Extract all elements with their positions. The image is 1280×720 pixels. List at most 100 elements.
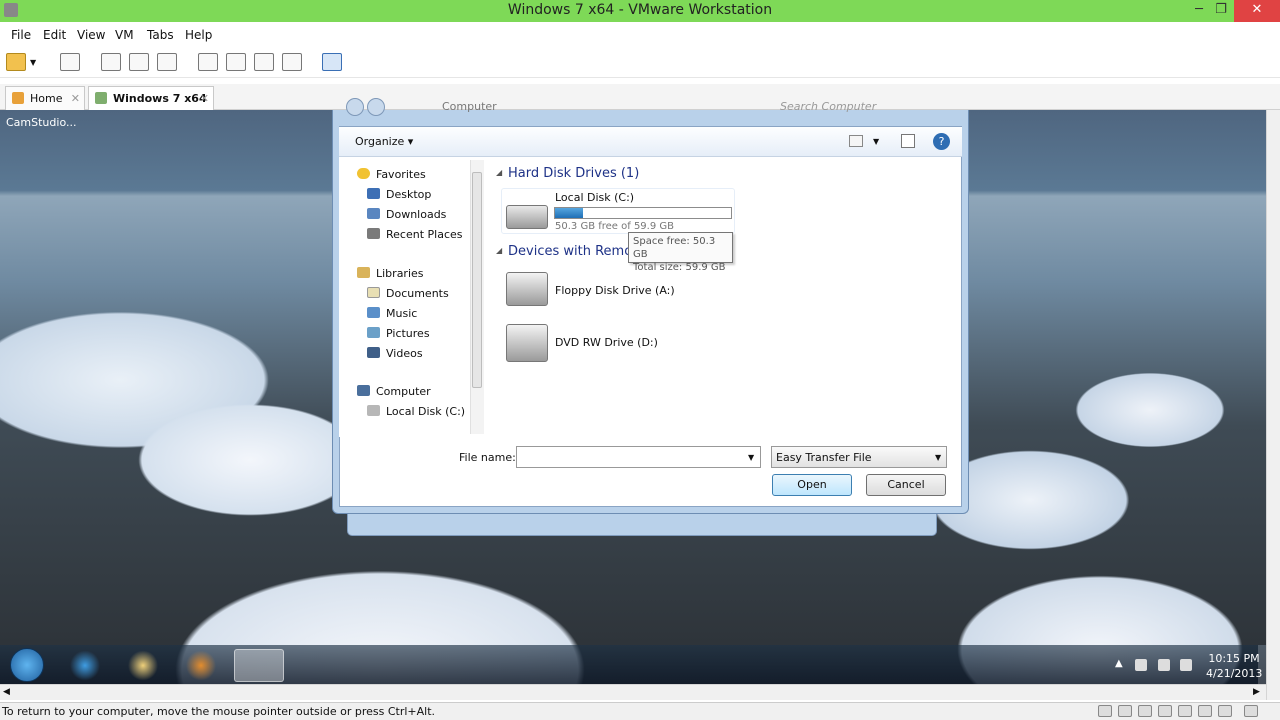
snapshot-revert-icon[interactable]	[129, 53, 149, 71]
thumbnail-bar-icon[interactable]	[226, 53, 246, 71]
nav-desktop[interactable]: Desktop	[386, 188, 431, 201]
volume-icon[interactable]	[1180, 659, 1192, 671]
close-button[interactable]: ✕	[1234, 0, 1280, 22]
menu-file[interactable]: File	[11, 28, 31, 42]
file-type-dropdown-icon[interactable]: ▼	[935, 453, 941, 462]
floppy-drive-label[interactable]: Floppy Disk Drive (A:)	[555, 284, 675, 297]
file-type-select[interactable]: Easy Transfer File	[771, 446, 947, 468]
printer-status-icon[interactable]	[1198, 705, 1212, 717]
menu-tabs[interactable]: Tabs	[147, 28, 174, 42]
pause-icon[interactable]	[6, 53, 26, 71]
clock-date: 4/21/2013	[1206, 667, 1263, 680]
nav-downloads[interactable]: Downloads	[386, 208, 446, 221]
internet-explorer-icon[interactable]	[60, 649, 110, 682]
network-status-icon[interactable]	[1158, 705, 1172, 717]
hard-disk-section-header[interactable]: Hard Disk Drives (1)	[496, 166, 639, 181]
nav-computer[interactable]: Computer	[376, 385, 431, 398]
tab-windows-7[interactable]: Windows 7 x64 ✕	[88, 86, 214, 110]
nav-scrollbar-thumb[interactable]	[472, 172, 482, 388]
local-disk-name: Local Disk (C:)	[555, 191, 635, 204]
media-player-icon[interactable]	[176, 649, 226, 682]
disk-tooltip: Space free: 50.3 GB Total size: 59.9 GB	[628, 232, 733, 273]
view-options-icon[interactable]	[849, 135, 863, 147]
nav-recent-places[interactable]: Recent Places	[386, 228, 463, 241]
tab-windows-7-close-icon[interactable]: ✕	[200, 92, 209, 105]
music-icon	[367, 307, 380, 318]
tab-home-close-icon[interactable]: ✕	[71, 92, 80, 105]
tab-home[interactable]: Home ✕	[5, 86, 85, 110]
tab-windows-7-label: Windows 7 x64	[113, 92, 207, 105]
full-screen-icon[interactable]	[254, 53, 274, 71]
vm-icon	[95, 92, 107, 104]
show-library-icon[interactable]	[198, 53, 218, 71]
file-type-value: Easy Transfer File	[776, 451, 872, 464]
file-name-label: File name:	[459, 451, 516, 464]
nav-local-disk[interactable]: Local Disk (C:)	[386, 405, 465, 418]
open-button[interactable]: Open	[772, 474, 852, 496]
cancel-button[interactable]: Cancel	[866, 474, 946, 496]
restore-button[interactable]: ❐	[1204, 0, 1238, 22]
downloads-icon	[367, 208, 380, 219]
dropdown-arrow-icon[interactable]: ▼	[30, 58, 36, 67]
action-center-icon[interactable]	[1135, 659, 1147, 671]
file-name-dropdown-icon[interactable]: ▼	[748, 453, 754, 462]
recent-places-icon	[367, 228, 380, 239]
horizontal-scrollbar[interactable]: ◀ ▶	[0, 684, 1266, 700]
show-desktop-button[interactable]	[1258, 645, 1266, 685]
usb-status-icon[interactable]	[1178, 705, 1192, 717]
vertical-scrollbar[interactable]	[1266, 110, 1280, 700]
menu-help[interactable]: Help	[185, 28, 212, 42]
videos-icon	[367, 347, 380, 358]
start-orb-icon[interactable]	[10, 648, 44, 682]
send-ctrl-alt-del-icon[interactable]	[60, 53, 80, 71]
nav-documents[interactable]: Documents	[386, 287, 449, 300]
menu-vm[interactable]: VM	[115, 28, 134, 42]
dvd-drive-icon	[506, 324, 548, 362]
console-view-icon[interactable]	[322, 53, 342, 71]
help-icon[interactable]: ?	[933, 133, 950, 150]
disk-usage-fill	[555, 208, 583, 218]
local-disk-icon	[367, 405, 380, 416]
snapshot-manager-icon[interactable]	[157, 53, 177, 71]
menu-view[interactable]: View	[77, 28, 105, 42]
system-clock[interactable]: 10:15 PM 4/21/2013	[1206, 651, 1262, 681]
tooltip-total-size: Total size: 59.9 GB	[633, 262, 726, 273]
sound-status-icon[interactable]	[1218, 705, 1232, 717]
unity-icon[interactable]	[282, 53, 302, 71]
organize-button[interactable]: Organize ▾	[355, 135, 413, 148]
star-icon	[357, 168, 370, 179]
scroll-right-icon[interactable]: ▶	[1253, 687, 1260, 697]
easy-transfer-icon[interactable]	[234, 649, 284, 682]
address-crumb[interactable]: Computer	[442, 100, 497, 113]
status-bar: To return to your computer, move the mou…	[0, 702, 1280, 720]
cd-status-icon[interactable]	[1118, 705, 1132, 717]
show-hidden-icons-icon[interactable]: ▲	[1115, 658, 1123, 669]
camstudio-label: CamStudio...	[6, 116, 77, 129]
hard-drive-icon	[506, 205, 548, 229]
nav-videos[interactable]: Videos	[386, 347, 423, 360]
scroll-left-icon[interactable]: ◀	[3, 687, 10, 697]
snapshot-take-icon[interactable]	[101, 53, 121, 71]
nav-libraries[interactable]: Libraries	[376, 267, 424, 280]
toolbar: ▼	[0, 48, 1280, 78]
window-titlebar: Windows 7 x64 - VMware Workstation ─ ❐ ✕	[0, 0, 1280, 22]
removable-section-header[interactable]: Devices with Remo	[496, 244, 632, 259]
message-status-icon[interactable]	[1244, 705, 1258, 717]
tab-home-label: Home	[30, 92, 63, 105]
nav-music[interactable]: Music	[386, 307, 417, 320]
network-icon[interactable]	[1158, 659, 1170, 671]
search-box[interactable]: Search Computer	[780, 100, 876, 113]
nav-pictures[interactable]: Pictures	[386, 327, 430, 340]
explorer-folder-icon[interactable]	[118, 649, 168, 682]
window-title: Windows 7 x64 - VMware Workstation	[507, 2, 773, 18]
forward-button[interactable]	[367, 98, 385, 116]
menu-edit[interactable]: Edit	[43, 28, 66, 42]
back-button[interactable]	[346, 98, 364, 116]
hard-disk-status-icon[interactable]	[1098, 705, 1112, 717]
nav-favorites[interactable]: Favorites	[376, 168, 426, 181]
dvd-drive-label[interactable]: DVD RW Drive (D:)	[555, 336, 658, 349]
floppy-status-icon[interactable]	[1138, 705, 1152, 717]
file-name-input[interactable]	[516, 446, 761, 468]
view-dropdown-icon[interactable]: ▼	[873, 137, 879, 146]
preview-pane-icon[interactable]	[901, 134, 915, 148]
